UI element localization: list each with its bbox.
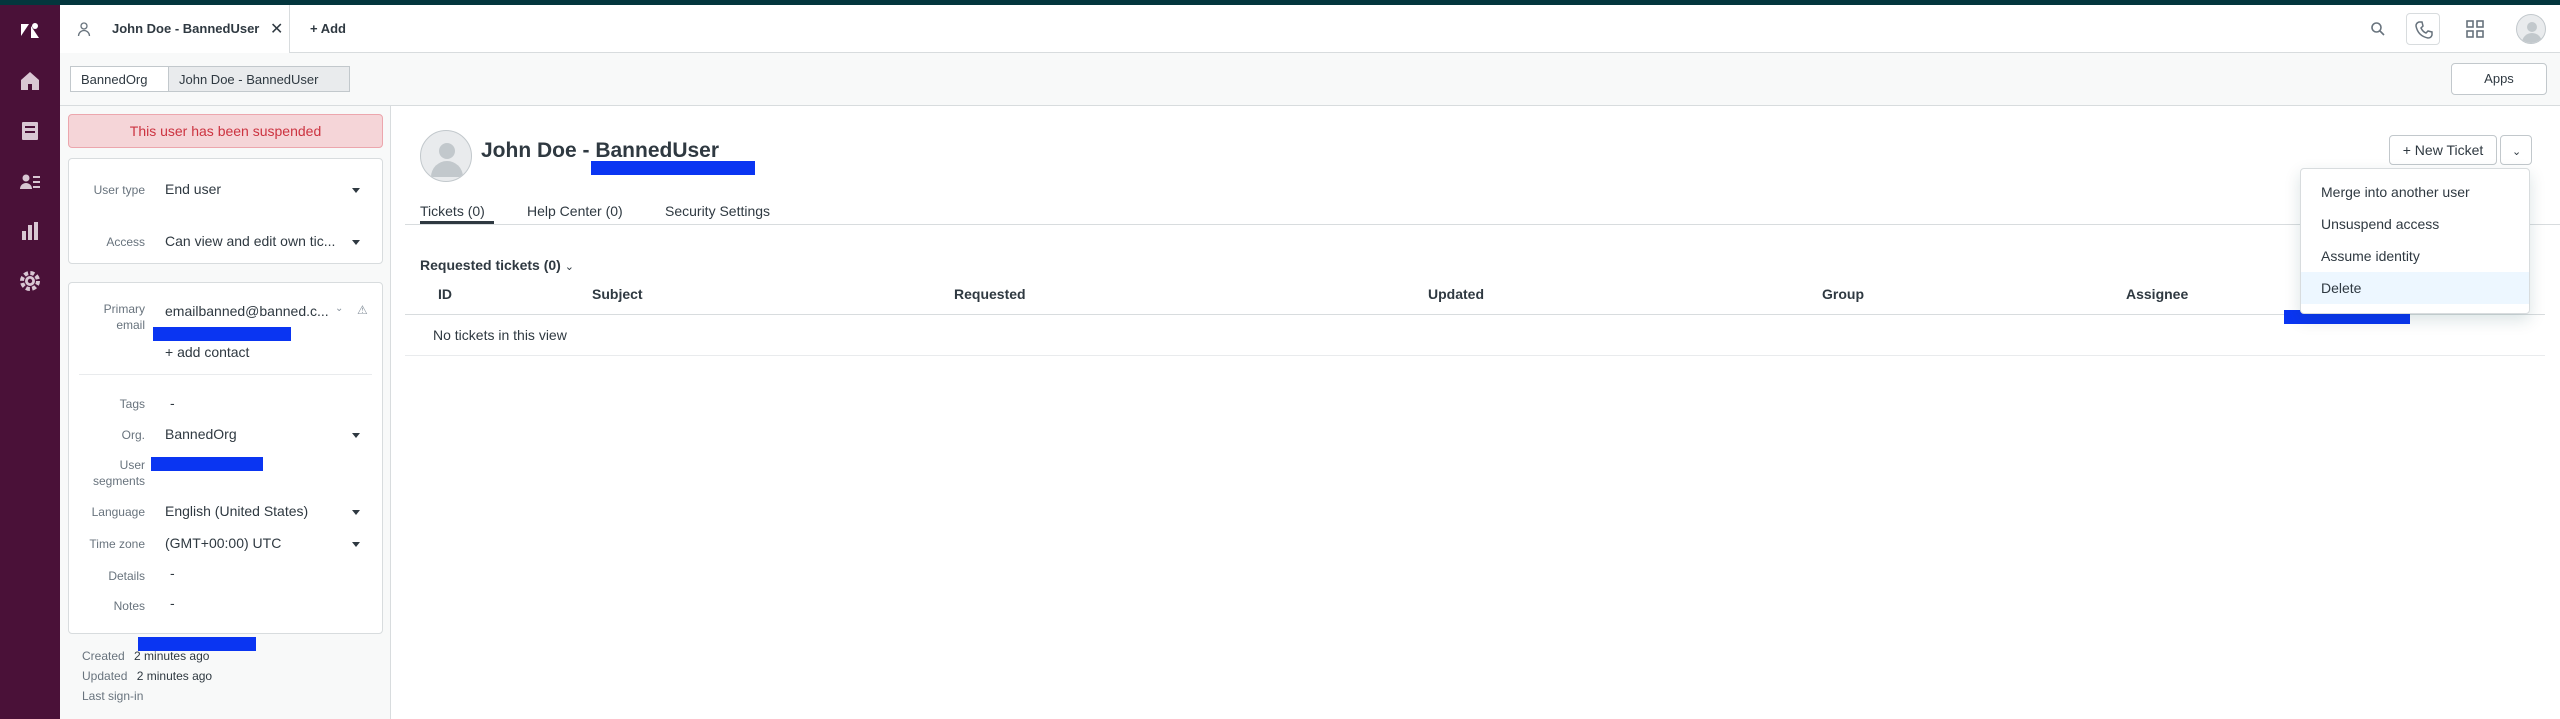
empty-state-text: No tickets in this view xyxy=(433,327,567,343)
user-type-panel: User type End user Access Can view and e… xyxy=(68,158,383,264)
close-icon[interactable]: ✕ xyxy=(270,19,283,39)
new-ticket-button[interactable]: + New Ticket xyxy=(2389,135,2497,165)
search-icon[interactable] xyxy=(2366,17,2390,41)
reporting-icon[interactable] xyxy=(18,219,42,243)
column-header-requested[interactable]: Requested xyxy=(954,286,1026,302)
user-avatar[interactable] xyxy=(420,130,472,182)
chevron-down-icon xyxy=(352,240,360,245)
breadcrumb: BannedOrg John Doe - BannedUser Apps xyxy=(60,53,2560,106)
tags-value: - xyxy=(170,395,175,411)
language-value: English (United States) xyxy=(165,503,309,519)
menu-item-merge[interactable]: Merge into another user xyxy=(2301,176,2529,208)
phone-icon xyxy=(2412,18,2436,42)
redaction-block xyxy=(591,161,755,175)
notes-field[interactable]: Notes - xyxy=(69,595,382,619)
user-sidebar: This user has been suspended User type E… xyxy=(60,106,391,719)
profile-avatar[interactable] xyxy=(2516,14,2546,44)
last-signin-meta: Last sign-in xyxy=(82,689,143,703)
chevron-down-icon xyxy=(352,510,360,515)
table-row-divider xyxy=(405,355,2545,356)
user-segments-label: User segments xyxy=(93,458,146,488)
user-icon xyxy=(76,21,92,37)
time-zone-field[interactable]: Time zone (GMT+00:00) UTC xyxy=(69,533,382,557)
menu-item-unsuspend[interactable]: Unsuspend access xyxy=(2301,208,2529,240)
breadcrumb-org[interactable]: BannedOrg xyxy=(70,66,169,92)
page-title[interactable]: John Doe - BannedUser xyxy=(481,139,719,163)
views-icon[interactable] xyxy=(18,119,42,143)
access-field[interactable]: Access Can view and edit own tic... xyxy=(69,231,382,255)
org-field[interactable]: Org. BannedOrg xyxy=(69,424,382,448)
user-actions-menu: Merge into another user Unsuspend access… xyxy=(2300,168,2530,314)
last-signin-label: Last sign-in xyxy=(82,689,144,703)
product-tray-icon[interactable] xyxy=(2463,17,2487,41)
chevron-down-icon: ⌄ xyxy=(2512,146,2522,158)
org-value: BannedOrg xyxy=(165,426,237,442)
customers-icon[interactable] xyxy=(18,169,42,193)
user-actions-menu-button[interactable]: ⌄ xyxy=(2500,135,2532,165)
access-value: Can view and edit own tic... xyxy=(165,233,336,249)
redaction-block xyxy=(153,327,291,341)
warning-icon: ⚠ xyxy=(357,303,368,317)
details-value: - xyxy=(170,565,175,581)
home-icon[interactable] xyxy=(18,69,42,93)
primary-email-value: emailbanned@banned.c... xyxy=(165,303,329,319)
updated-value: 2 minutes ago xyxy=(136,669,213,683)
left-nav xyxy=(0,5,60,719)
user-type-value: End user xyxy=(165,181,222,197)
redaction-block xyxy=(151,457,263,471)
time-zone-label: Time zone xyxy=(89,537,145,551)
language-label: Language xyxy=(91,505,145,519)
user-type-label: User type xyxy=(93,183,145,197)
header-bar: John Doe - BannedUser ✕ + Add xyxy=(60,5,2560,53)
notes-label: Notes xyxy=(113,599,145,613)
primary-email-label: Primary email xyxy=(103,302,145,332)
access-label: Access xyxy=(106,235,145,249)
org-label: Org. xyxy=(121,428,145,442)
updated-label: Updated xyxy=(82,669,128,683)
created-label: Created xyxy=(82,649,125,663)
updated-meta: Updated 2 minutes ago xyxy=(82,669,212,683)
chevron-down-icon xyxy=(352,542,360,547)
tab-user[interactable]: John Doe - BannedUser ✕ xyxy=(60,5,290,53)
details-label: Details xyxy=(108,569,145,583)
requested-tickets-toggle[interactable]: Requested tickets (0) ⌄ xyxy=(420,257,574,273)
add-contact-link[interactable]: + add contact xyxy=(165,344,249,360)
tabs-divider xyxy=(405,224,2560,225)
add-tab-button[interactable]: + Add xyxy=(310,21,346,36)
tab-title: John Doe - BannedUser xyxy=(112,21,260,36)
notes-value: - xyxy=(170,595,175,611)
chevron-down-icon: ⌄ xyxy=(564,261,574,273)
tab-security-settings[interactable]: Security Settings xyxy=(665,203,770,219)
details-field[interactable]: Details - xyxy=(69,565,382,589)
tags-field[interactable]: Tags - xyxy=(69,393,382,417)
column-header-subject[interactable]: Subject xyxy=(592,286,643,302)
zendesk-logo-icon[interactable] xyxy=(18,19,42,43)
created-meta: Created 2 minutes ago xyxy=(82,649,209,663)
user-type-field[interactable]: User type End user xyxy=(69,179,382,203)
chevron-down-icon xyxy=(352,188,360,193)
chevron-down-icon: ⌄ xyxy=(335,303,344,314)
menu-item-delete[interactable]: Delete xyxy=(2301,272,2529,304)
apps-button[interactable]: Apps xyxy=(2451,63,2547,95)
call-button[interactable] xyxy=(2406,13,2440,45)
tab-tickets[interactable]: Tickets (0) xyxy=(420,203,485,219)
tags-label: Tags xyxy=(119,397,145,411)
table-header-divider xyxy=(405,314,2545,315)
column-header-id[interactable]: ID xyxy=(438,286,452,302)
settings-gear-icon[interactable] xyxy=(18,269,42,293)
chevron-down-icon xyxy=(352,433,360,438)
user-details-panel: Primary email emailbanned@banned.c... ⌄ … xyxy=(68,282,383,634)
breadcrumb-user[interactable]: John Doe - BannedUser xyxy=(168,66,350,92)
requested-tickets-title: Requested tickets (0) xyxy=(420,257,561,273)
language-field[interactable]: Language English (United States) xyxy=(69,501,382,525)
column-header-assignee[interactable]: Assignee xyxy=(2126,286,2188,302)
created-value: 2 minutes ago xyxy=(134,649,210,663)
column-header-updated[interactable]: Updated xyxy=(1428,286,1484,302)
tab-help-center[interactable]: Help Center (0) xyxy=(527,203,623,219)
column-header-group[interactable]: Group xyxy=(1822,286,1864,302)
menu-item-assume-identity[interactable]: Assume identity xyxy=(2301,240,2529,272)
suspended-notice: This user has been suspended xyxy=(68,114,383,148)
time-zone-value: (GMT+00:00) UTC xyxy=(165,535,282,551)
divider xyxy=(79,374,372,375)
